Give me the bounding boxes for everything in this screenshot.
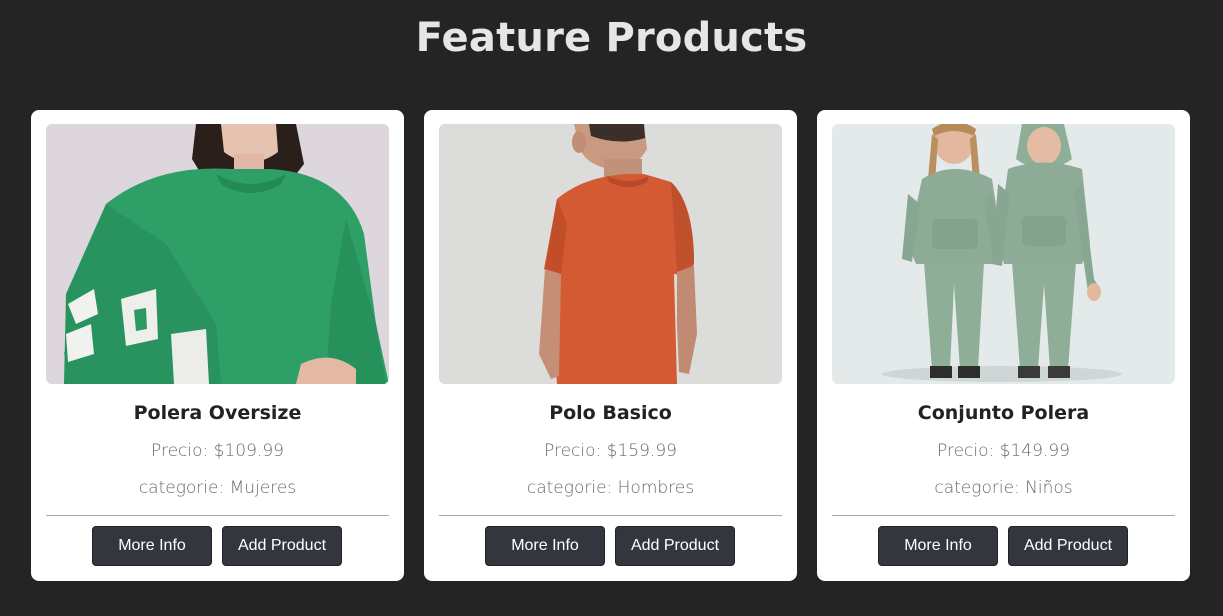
card-divider xyxy=(46,515,389,516)
product-card: Conjunto Polera Precio: $149.99 categori… xyxy=(817,110,1190,581)
more-info-button[interactable]: More Info xyxy=(878,526,998,566)
kids-sage-tracksuit-photo xyxy=(832,124,1175,384)
page-title: Feature Products xyxy=(415,15,808,61)
product-name: Polera Oversize xyxy=(133,402,302,424)
product-card: Polo Basico Precio: $159.99 categorie: H… xyxy=(424,110,797,581)
add-product-button[interactable]: Add Product xyxy=(222,526,342,566)
woman-green-sweatshirt-photo xyxy=(46,124,389,384)
product-price: Precio: $159.99 xyxy=(544,441,677,461)
product-price: Precio: $109.99 xyxy=(151,441,284,461)
more-info-button[interactable]: More Info xyxy=(485,526,605,566)
product-image xyxy=(439,124,782,384)
card-divider xyxy=(439,515,782,516)
add-product-button[interactable]: Add Product xyxy=(615,526,735,566)
product-category: categorie: Mujeres xyxy=(138,478,297,498)
more-info-button[interactable]: More Info xyxy=(92,526,212,566)
product-image xyxy=(832,124,1175,384)
product-price: Precio: $149.99 xyxy=(937,441,1070,461)
product-name: Conjunto Polera xyxy=(917,402,1090,424)
product-category: categorie: Niños xyxy=(934,478,1073,498)
add-product-button[interactable]: Add Product xyxy=(1008,526,1128,566)
product-card: Polera Oversize Precio: $109.99 categori… xyxy=(31,110,404,581)
card-divider xyxy=(832,515,1175,516)
product-name: Polo Basico xyxy=(549,402,672,424)
man-orange-tshirt-photo xyxy=(439,124,782,384)
product-category: categorie: Hombres xyxy=(526,478,695,498)
product-image xyxy=(46,124,389,384)
